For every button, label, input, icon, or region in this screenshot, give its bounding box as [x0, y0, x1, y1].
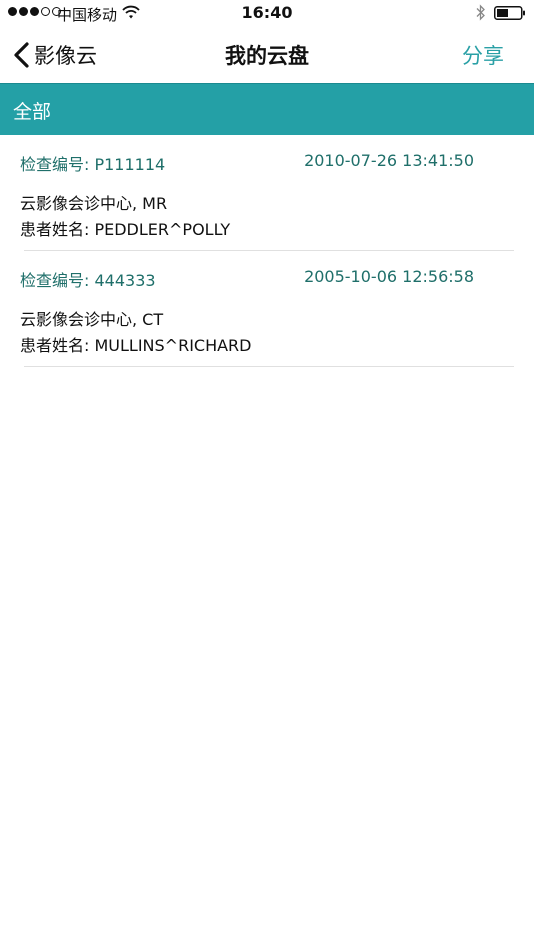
record-list: 检查编号: P111114 2010-07-26 13:41:50 云影像会诊中… — [0, 135, 534, 367]
status-bar: 中国移动 16:40 — [0, 0, 534, 28]
share-button[interactable]: 分享 — [462, 40, 504, 70]
record-timestamp: 2005-10-06 12:56:58 — [304, 267, 474, 286]
category-bar[interactable]: 全部 — [0, 83, 534, 135]
record-center-modality: 云影像会诊中心, MR — [20, 194, 168, 213]
navigation-bar: 影像云 我的云盘 分享 — [0, 28, 534, 82]
record-patient-name: 患者姓名: MULLINS^RICHARD — [20, 336, 252, 355]
divider — [24, 366, 514, 367]
list-item[interactable]: 检查编号: 444333 2005-10-06 12:56:58 云影像会诊中心… — [0, 251, 534, 367]
status-time: 16:40 — [241, 3, 293, 22]
category-label-all: 全部 — [13, 101, 52, 123]
list-item[interactable]: 检查编号: P111114 2010-07-26 13:41:50 云影像会诊中… — [0, 135, 534, 251]
record-center-modality: 云影像会诊中心, CT — [20, 310, 164, 329]
record-exam-number: 检查编号: P111114 — [20, 155, 166, 174]
page-title: 我的云盘 — [225, 44, 309, 68]
battery-icon — [494, 6, 525, 20]
bluetooth-icon — [476, 4, 485, 21]
screen: 中国移动 16:40 影像云 我的云盘 分享 全部 检查编号: P111114 … — [0, 0, 534, 950]
record-patient-name: 患者姓名: PEDDLER^POLLY — [20, 220, 231, 239]
record-exam-number: 检查编号: 444333 — [20, 271, 156, 290]
record-timestamp: 2010-07-26 13:41:50 — [304, 151, 474, 170]
